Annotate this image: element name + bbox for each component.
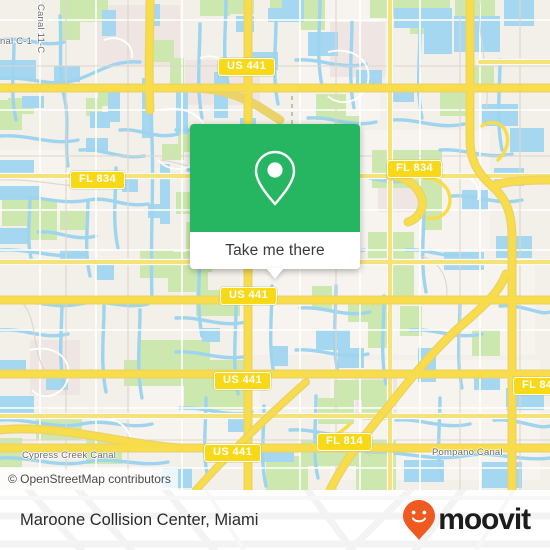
take-me-there-label: Take me there — [225, 241, 325, 259]
moovit-wordmark: moovit — [438, 503, 531, 536]
callout-tail — [266, 268, 284, 279]
page-footer: Maroone Collision Center, Miami moovit — [0, 490, 550, 550]
highway-shield-us-441-lower[interactable]: US 441 — [214, 372, 272, 390]
location-title: Maroone Collision Center, Miami — [20, 510, 259, 529]
footer-content: Maroone Collision Center, Miami moovit — [0, 490, 550, 550]
map-canvas[interactable]: Canal 11-C nal C-1 Cypress Creek Canal P… — [0, 0, 550, 490]
moovit-smiley-pin-icon — [403, 500, 436, 540]
highway-shield-fl-834-west[interactable]: FL 834 — [70, 171, 126, 189]
highway-shield-us-441-mid[interactable]: US 441 — [220, 287, 278, 305]
map-label-pompano-canal: Pompano Canal — [432, 447, 503, 458]
moovit-location-page: Canal 11-C nal C-1 Cypress Creek Canal P… — [0, 0, 550, 550]
poi-callout-card[interactable]: Take me there — [190, 124, 360, 279]
highway-shield-us-441-north[interactable]: US 441 — [218, 58, 276, 76]
map-label-cypress-creek-canal: Cypress Creek Canal — [22, 450, 117, 461]
map-label-canal-11c: Canal 11-C — [35, 4, 46, 54]
highway-shield-fl-814[interactable]: FL 814 — [317, 433, 373, 451]
highway-shield-fl-845[interactable]: FL 845 — [513, 377, 550, 395]
poi-card-banner — [190, 124, 360, 232]
moovit-logo[interactable]: moovit — [402, 499, 531, 541]
highway-shield-us-441-bottom[interactable]: US 441 — [204, 444, 262, 462]
map-label-canal-c1: nal C-1 — [0, 36, 33, 47]
poi-card-action-bar[interactable]: Take me there — [190, 232, 360, 279]
highway-shield-fl-834-east[interactable]: FL 834 — [387, 160, 443, 178]
map-pin-icon — [254, 150, 296, 206]
osm-attribution[interactable]: © OpenStreetMap contributors — [0, 469, 178, 490]
